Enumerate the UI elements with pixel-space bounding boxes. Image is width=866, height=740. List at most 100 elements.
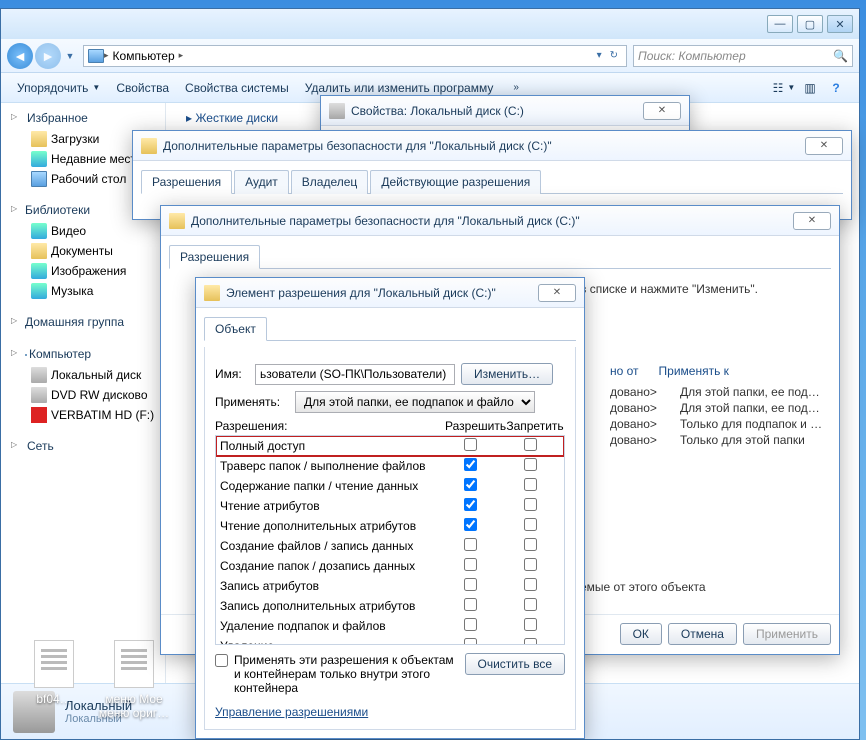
deny-checkbox[interactable] (524, 518, 537, 531)
network-head[interactable]: Сеть (1, 437, 165, 457)
properties-button[interactable]: Свойства (110, 81, 179, 95)
refresh-icon[interactable]: ↻ (606, 50, 622, 61)
name-input[interactable] (255, 364, 455, 385)
col-inherited[interactable]: но от (600, 364, 649, 378)
sidebar-item-documents[interactable]: Документы (1, 241, 165, 261)
permissions-list[interactable]: Полный доступТраверс папок / выполнение … (215, 435, 565, 645)
sidebar-item-dvd[interactable]: DVD RW дисковo (1, 385, 165, 405)
deny-checkbox[interactable] (524, 618, 537, 631)
table-row[interactable]: довано>Только для подпапок и … (600, 416, 832, 432)
ok-button[interactable]: ОК (620, 623, 662, 645)
tab-strip: Разрешения Аудит Владелец Действующие ра… (141, 169, 843, 194)
close-icon[interactable]: ✕ (805, 137, 843, 155)
permission-row: Создание файлов / запись данных (216, 536, 564, 556)
table-row[interactable]: довано>Для этой папки, ее под… (600, 400, 832, 416)
sidebar-item-verbatim[interactable]: VERBATIM HD (F:) (1, 405, 165, 425)
search-input[interactable]: Поиск: Компьютер 🔍 (633, 45, 853, 67)
allow-checkbox[interactable] (464, 458, 477, 471)
permission-row: Чтение дополнительных атрибутов (216, 516, 564, 536)
close-icon[interactable]: ✕ (793, 212, 831, 230)
allow-checkbox[interactable] (464, 598, 477, 611)
deny-checkbox[interactable] (524, 598, 537, 611)
deny-checkbox[interactable] (524, 478, 537, 491)
back-button[interactable]: ◄ (7, 43, 33, 69)
tab-effective[interactable]: Действующие разрешения (370, 170, 541, 194)
allow-checkbox[interactable] (464, 518, 477, 531)
deny-checkbox[interactable] (524, 578, 537, 591)
tab-owner[interactable]: Владелец (291, 170, 369, 194)
favorites-head[interactable]: Избранное (1, 109, 165, 129)
uninstall-button[interactable]: Удалить или изменить программу (299, 81, 504, 95)
computer-head[interactable]: Компьютер (1, 345, 165, 365)
tab-permissions[interactable]: Разрешения (141, 170, 232, 194)
tab-object[interactable]: Объект (204, 317, 267, 341)
deny-checkbox[interactable] (524, 438, 537, 451)
change-button[interactable]: Изменить… (461, 363, 553, 385)
col-apply-to[interactable]: Применять к (649, 364, 739, 378)
view-menu[interactable]: ☷▼ (773, 77, 795, 99)
cancel-button[interactable]: Отмена (668, 623, 737, 645)
maximize-button[interactable]: ▢ (797, 15, 823, 33)
permission-row: Траверс папок / выполнение файлов (216, 456, 564, 476)
tab-strip: Разрешения (169, 244, 831, 269)
permission-entries-fragment: довано>Для этой папки, ее под…довано>Для… (600, 384, 832, 448)
homegroup-head[interactable]: Домашняя группа (1, 313, 165, 333)
address-bar[interactable]: ▸ Компьютер ▸ ▾ ↻ (83, 45, 627, 67)
apply-to-container-checkbox[interactable] (215, 654, 228, 667)
sidebar-item-videos[interactable]: Видео (1, 221, 165, 241)
allow-checkbox[interactable] (464, 538, 477, 551)
navigation-bar: ◄ ► ▼ ▸ Компьютер ▸ ▾ ↻ Поиск: Компьютер… (1, 39, 859, 73)
allow-checkbox[interactable] (464, 558, 477, 571)
name-label: Имя: (215, 367, 255, 381)
sidebar-item-pictures[interactable]: Изображения (1, 261, 165, 281)
forward-button[interactable]: ► (35, 43, 61, 69)
table-row[interactable]: довано>Только для этой папки (600, 432, 832, 448)
deny-checkbox[interactable] (524, 498, 537, 511)
hint-text: в списке и нажмите "Изменить". (580, 282, 758, 296)
allow-checkbox[interactable] (464, 638, 477, 645)
clear-all-button[interactable]: Очистить все (465, 653, 565, 675)
preview-pane-button[interactable]: ▥ (799, 77, 821, 99)
allow-checkbox[interactable] (464, 618, 477, 631)
deny-checkbox[interactable] (524, 538, 537, 551)
window-titlebar: — ▢ ✕ (1, 9, 859, 39)
breadcrumb-segment[interactable]: Компьютер (109, 49, 179, 63)
properties-dialog: Свойства: Локальный диск (C:) ✕ (320, 95, 690, 135)
close-button[interactable]: ✕ (827, 15, 853, 33)
folder-icon (169, 213, 185, 229)
deny-checkbox[interactable] (524, 638, 537, 645)
tab-audit[interactable]: Аудит (234, 170, 289, 194)
help-button[interactable]: ? (825, 77, 847, 99)
sidebar-item-local-disk[interactable]: Локальный диск (1, 365, 165, 385)
permission-row: Запись атрибутов (216, 576, 564, 596)
system-properties-button[interactable]: Свойства системы (179, 81, 299, 95)
allow-checkbox[interactable] (464, 438, 477, 451)
apply-to-container-label: Применять эти разрешения к объектам и ко… (234, 653, 457, 695)
close-icon[interactable]: ✕ (538, 284, 576, 302)
minimize-button[interactable]: — (767, 15, 793, 33)
organize-menu[interactable]: Упорядочить▼ (11, 81, 110, 95)
dropdown-icon[interactable]: ▾ (593, 50, 606, 61)
close-icon[interactable]: ✕ (643, 102, 681, 120)
manage-permissions-link[interactable]: Управление разрешениями (215, 705, 368, 719)
allow-checkbox[interactable] (464, 478, 477, 491)
drive-icon (329, 103, 345, 119)
allow-checkbox[interactable] (464, 578, 477, 591)
permission-label: Создание файлов / запись данных (220, 539, 440, 553)
permission-label: Удаление (220, 639, 440, 645)
more-chevron[interactable]: » (503, 82, 529, 93)
sidebar-item-music[interactable]: Музыка (1, 281, 165, 301)
deny-header: Запретить (505, 419, 565, 433)
dialog-title: Дополнительные параметры безопасности дл… (191, 214, 793, 228)
allow-checkbox[interactable] (464, 498, 477, 511)
table-row[interactable]: довано>Для этой папки, ее под… (600, 384, 832, 400)
deny-checkbox[interactable] (524, 458, 537, 471)
permission-row: Полный доступ (216, 436, 564, 456)
history-dropdown[interactable]: ▼ (63, 47, 77, 65)
apply-button[interactable]: Применить (743, 623, 831, 645)
computer-icon (88, 49, 104, 63)
desktop-icon-file1[interactable]: bf04… (18, 640, 90, 720)
tab-permissions[interactable]: Разрешения (169, 245, 260, 269)
apply-to-select[interactable]: Для этой папки, ее подпапок и файлов (295, 391, 535, 413)
deny-checkbox[interactable] (524, 558, 537, 571)
